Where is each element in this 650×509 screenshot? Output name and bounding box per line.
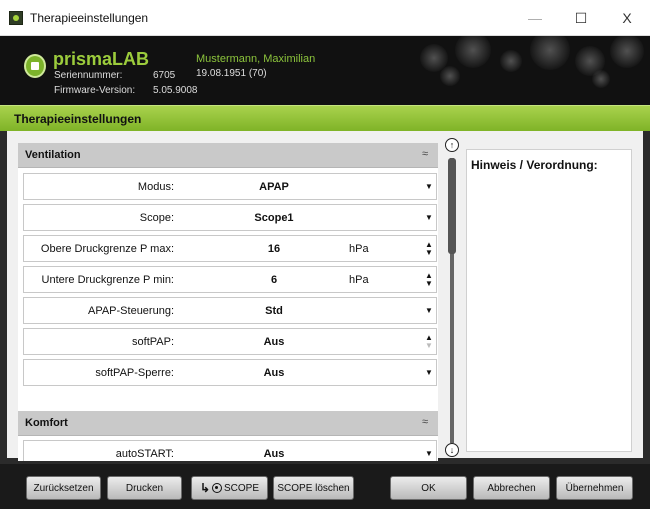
setting-value: Aus — [263, 336, 285, 348]
setting-row-autostart[interactable]: autoSTART: Aus ▼ — [23, 440, 437, 461]
vertical-scrollbar[interactable]: ↑ ↓ — [443, 138, 461, 460]
scope-button[interactable]: ↳ SCOPE — [191, 476, 268, 500]
setting-label: Obere Druckgrenze P max: — [40, 243, 174, 255]
notes-title: Hinweis / Verordnung: — [471, 158, 598, 172]
footer-bar: Zurücksetzen Drucken ↳ SCOPE SCOPE lösch… — [0, 464, 650, 509]
setting-row-softpap-sperre[interactable]: softPAP-Sperre: Aus ▼ — [23, 359, 437, 386]
setting-value: 16 — [267, 243, 281, 255]
patient-dob: 19.08.1951 (70) — [196, 68, 267, 79]
collapse-icon[interactable]: ≈ — [422, 416, 428, 428]
setting-label: Modus: — [137, 181, 174, 193]
setting-label: autoSTART: — [115, 448, 174, 460]
minimize-button[interactable]: — — [512, 0, 558, 36]
app-window: Therapieeinstellungen — ☐ X prismaLAB Se… — [0, 0, 650, 509]
setting-unit: hPa — [349, 274, 369, 286]
setting-value: APAP — [259, 181, 289, 193]
reset-button[interactable]: Zurücksetzen — [26, 476, 101, 500]
spinner[interactable]: ▲ ▼ — [422, 329, 436, 354]
close-button[interactable]: X — [604, 0, 650, 36]
group-header-ventilation[interactable]: Ventilation ≈ — [18, 143, 438, 168]
collapse-icon[interactable]: ≈ — [422, 148, 428, 160]
patient-name: Mustermann, Maximilian — [196, 53, 316, 65]
group-header-komfort[interactable]: Komfort ≈ — [18, 411, 438, 436]
title-bar: Therapieeinstellungen — ☐ X — [0, 0, 650, 36]
setting-row-pmax[interactable]: Obere Druckgrenze P max: 16 hPa ▲ ▼ — [23, 235, 437, 262]
scope-icon — [212, 483, 223, 493]
maximize-button[interactable]: ☐ — [558, 0, 604, 36]
device-header: prismaLAB Seriennummer: 6705 Firmware-Ve… — [0, 36, 650, 105]
setting-label: Untere Druckgrenze P min: — [41, 274, 174, 286]
print-button[interactable]: Drucken — [107, 476, 182, 500]
device-brand: prismaLAB — [53, 49, 150, 69]
spin-down-icon[interactable]: ▼ — [425, 248, 433, 257]
setting-value: Std — [265, 305, 283, 317]
setting-row-scope[interactable]: Scope: Scope1 ▼ — [23, 204, 437, 231]
dropdown-arrow-icon[interactable]: ▼ — [422, 360, 436, 385]
scroll-up-icon[interactable]: ↑ — [445, 138, 459, 152]
scope-delete-button[interactable]: SCOPE löschen — [273, 476, 354, 500]
group-title: Komfort — [25, 417, 68, 429]
scroll-thumb[interactable] — [448, 158, 456, 254]
window-title: Therapieeinstellungen — [30, 10, 149, 25]
scope-arrow-icon: ↳ — [199, 481, 211, 495]
setting-value: 6 — [270, 274, 278, 286]
ok-button[interactable]: OK — [390, 476, 467, 500]
scroll-down-icon[interactable]: ↓ — [445, 443, 459, 457]
setting-unit: hPa — [349, 243, 369, 255]
device-icon — [24, 54, 46, 78]
dropdown-arrow-icon[interactable]: ▼ — [422, 298, 436, 323]
spin-down-icon[interactable]: ▼ — [425, 279, 433, 288]
setting-row-softpap[interactable]: softPAP: Aus ▲ ▼ — [23, 328, 437, 355]
dropdown-arrow-icon[interactable]: ▼ — [422, 441, 436, 461]
serial-value: 6705 — [153, 70, 176, 81]
scope-label: SCOPE — [224, 482, 260, 494]
firmware-value: 5.05.9008 — [153, 85, 198, 96]
dropdown-arrow-icon[interactable]: ▼ — [422, 205, 436, 230]
serial-label: Seriennummer: — [54, 70, 123, 81]
section-title: Therapieeinstellungen — [14, 112, 142, 126]
spinner[interactable]: ▲ ▼ — [422, 267, 436, 292]
setting-label: softPAP-Sperre: — [95, 367, 174, 379]
setting-label: softPAP: — [132, 336, 174, 348]
firmware-label: Firmware-Version: — [54, 85, 136, 96]
setting-value: Scope1 — [254, 212, 294, 224]
settings-panel: Ventilation ≈ Modus: APAP ▼ Scope: Scope… — [18, 143, 438, 461]
setting-label: APAP-Steuerung: — [87, 305, 174, 317]
setting-row-modus[interactable]: Modus: APAP ▼ — [23, 173, 437, 200]
setting-row-apap-steuerung[interactable]: APAP-Steuerung: Std ▼ — [23, 297, 437, 324]
cancel-button[interactable]: Abbrechen — [473, 476, 550, 500]
setting-row-pmin[interactable]: Untere Druckgrenze P min: 6 hPa ▲ ▼ — [23, 266, 437, 293]
setting-value: Aus — [263, 448, 285, 460]
app-logo-icon — [9, 10, 23, 25]
notes-panel[interactable]: Hinweis / Verordnung: — [466, 149, 632, 452]
group-title: Ventilation — [25, 149, 81, 161]
section-title-bar: Therapieeinstellungen — [0, 105, 650, 131]
setting-value: Aus — [263, 367, 285, 379]
spin-down-icon: ▼ — [425, 340, 433, 350]
dropdown-arrow-icon[interactable]: ▼ — [422, 174, 436, 199]
setting-label: Scope: — [139, 212, 174, 224]
spinner[interactable]: ▲ ▼ — [422, 236, 436, 261]
apply-button[interactable]: Übernehmen — [556, 476, 633, 500]
